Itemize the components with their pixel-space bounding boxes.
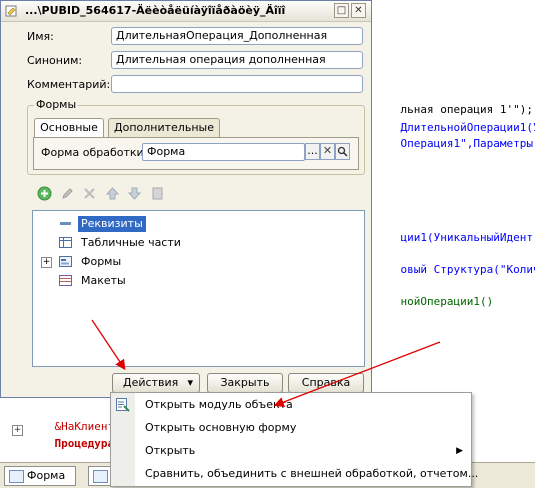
annotation-arrows <box>91 319 441 408</box>
arrow-to-actions <box>91 319 126 371</box>
arrow-to-open-module <box>273 341 441 408</box>
